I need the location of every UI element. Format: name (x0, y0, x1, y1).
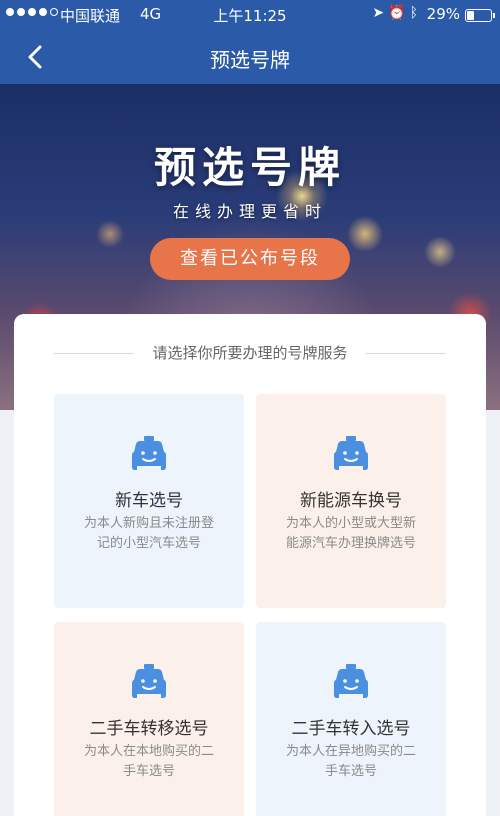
status-icons: ➤⏰ᛒ (372, 5, 422, 21)
service-tile-used-car-transfer-in[interactable]: 二手车转入选号 为本人在异地购买的二手车选号 (256, 622, 446, 816)
car-icon (334, 664, 368, 698)
hero-title: 预选号牌 (153, 143, 346, 192)
battery-icon (465, 9, 495, 22)
view-published-ranges-button[interactable]: 查看已公布号段 (150, 238, 350, 280)
service-title: 二手车转移选号 (89, 719, 209, 739)
service-tile-used-car-local[interactable]: 二手车转移选号 为本人在本地购买的二手车选号 (54, 622, 244, 816)
hero-subtitle: 在线办理更省时 (172, 202, 327, 221)
location-icon: ➤ (372, 5, 389, 21)
page-title: 预选号牌 (210, 48, 290, 72)
battery-percentage: 29% (426, 5, 460, 23)
clock: 上午11:25 (213, 7, 287, 25)
service-tile-new-car[interactable]: 新车选号 为本人新购且未注册登记的小型汽车选号 (54, 394, 244, 608)
car-icon (132, 436, 166, 470)
service-title: 新车选号 (115, 491, 183, 511)
service-tile-new-energy[interactable]: 新能源车换号 为本人的小型或大型新能源汽车办理换牌选号 (256, 394, 446, 608)
service-description: 为本人的小型或大型新能源汽车办理换牌选号 (286, 516, 417, 551)
navigation-bar: 预选号牌 (0, 30, 500, 84)
bluetooth-icon: ᛒ (409, 5, 422, 21)
status-bar: 中国联通 4G 上午11:25 ➤⏰ᛒ 29% (0, 0, 500, 30)
service-title: 新能源车换号 (300, 491, 402, 511)
car-icon (334, 436, 368, 470)
services-card: 请选择你所要办理的号牌服务 新车选号 为本人新购且未注册登记的小型汽车选号 新能… (14, 314, 486, 816)
service-title: 二手车转入选号 (291, 719, 411, 739)
service-description: 为本人在异地购买的二手车选号 (286, 744, 417, 779)
alarm-icon: ⏰ (388, 5, 410, 21)
car-icon (132, 664, 166, 698)
service-description: 为本人新购且未注册登记的小型汽车选号 (84, 516, 215, 551)
service-description: 为本人在本地购买的二手车选号 (84, 744, 215, 779)
divider-right (366, 353, 446, 354)
